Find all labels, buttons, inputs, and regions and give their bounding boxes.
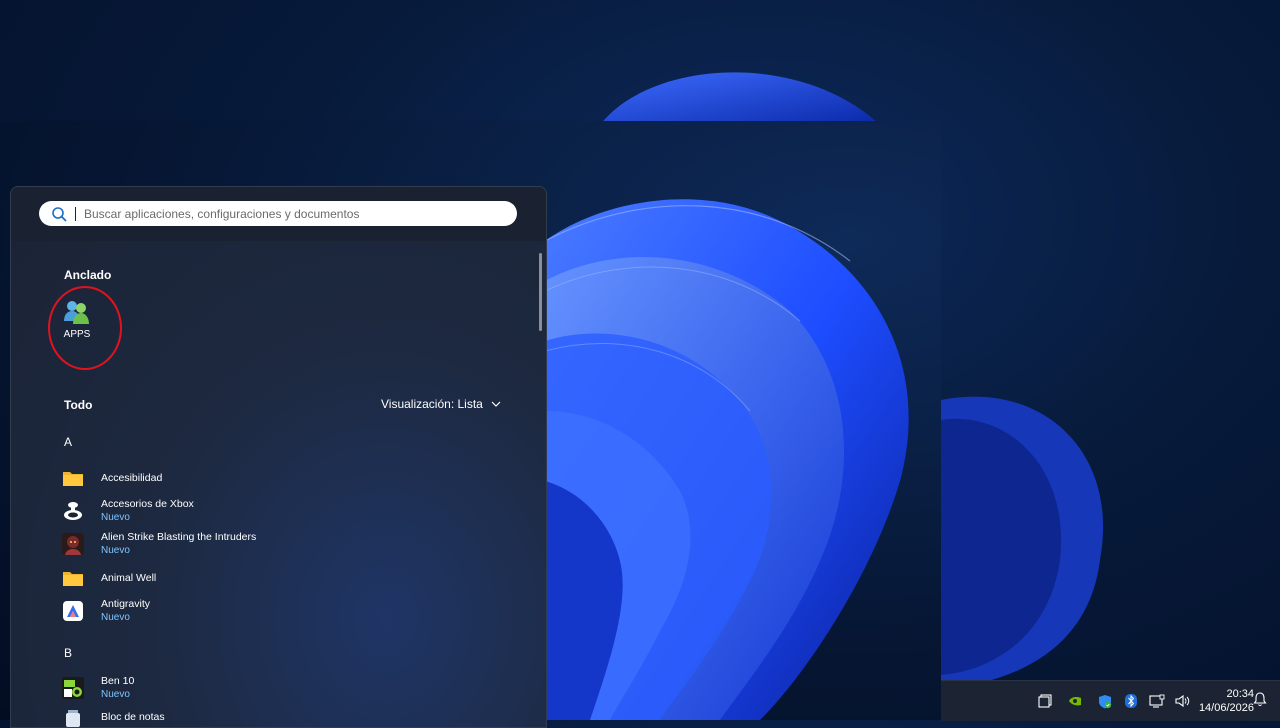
new-badge: Nuevo [101,512,130,523]
app-item-animal-well[interactable]: Animal Well [61,563,156,593]
new-badge: Nuevo [101,689,130,700]
app-item-alien-strike[interactable]: Alien Strike Blasting the Intruders Nuev… [61,529,256,559]
view-toggle-label: Visualización: Lista [381,397,483,411]
network-icon[interactable] [1146,690,1168,712]
text-cursor [75,206,76,221]
search-icon [52,206,67,221]
bluetooth-icon[interactable] [1120,690,1142,712]
new-badge: Nuevo [101,612,130,623]
app-item-accesibilidad[interactable]: Accesibilidad [61,463,162,493]
group-letter-a[interactable]: A [64,435,72,449]
clock-time: 20:34 [1226,688,1254,700]
game-character-icon [61,532,85,556]
folder-icon [61,466,85,490]
app-name: Alien Strike Blasting the Intruders [101,531,257,543]
taskbar: 20:34 14/06/2026 [941,680,1280,721]
view-toggle-button[interactable]: Visualización: Lista [381,397,501,411]
antigravity-icon [61,599,85,623]
notification-bell-icon[interactable] [1253,691,1267,712]
app-item-accesorios-xbox[interactable]: Accesorios de Xbox Nuevo [61,496,194,526]
ben10-icon [61,676,85,700]
nvidia-icon[interactable] [1064,690,1086,712]
task-view-icon[interactable] [1034,690,1056,712]
app-item-ben-10[interactable]: Ben 10 Nuevo [61,673,134,703]
security-shield-icon[interactable] [1094,690,1116,712]
scrollbar-thumb[interactable] [539,253,542,331]
highlight-circle [48,286,122,370]
search-input[interactable] [82,205,516,222]
start-menu: Anclado APPS Todo Visualización: Lista A… [10,186,547,728]
xbox-controller-icon [61,499,85,523]
clock-date: 14/06/2026 [1198,702,1254,714]
group-letter-b[interactable]: B [64,646,72,660]
pinned-section-title: Anclado [64,268,112,282]
search-bar-area [11,187,546,241]
app-item-bloc-de-notas[interactable]: Bloc de notas [61,702,165,727]
app-name: Accesibilidad [101,471,163,484]
app-name: Accesorios de Xbox [101,498,194,510]
chevron-down-icon [491,401,501,407]
app-item-antigravity[interactable]: Antigravity Nuevo [61,596,150,626]
app-name: Bloc de notas [101,710,165,723]
app-name: Animal Well [101,571,157,584]
folder-icon [61,566,85,590]
app-name: Antigravity [101,598,151,610]
new-badge: Nuevo [101,545,130,556]
clock[interactable]: 20:34 14/06/2026 [1190,687,1254,715]
search-box[interactable] [39,201,517,226]
all-section-title: Todo [64,398,93,412]
app-name: Ben 10 [101,675,135,687]
notepad-icon [61,705,85,727]
system-tray [1034,690,1194,712]
